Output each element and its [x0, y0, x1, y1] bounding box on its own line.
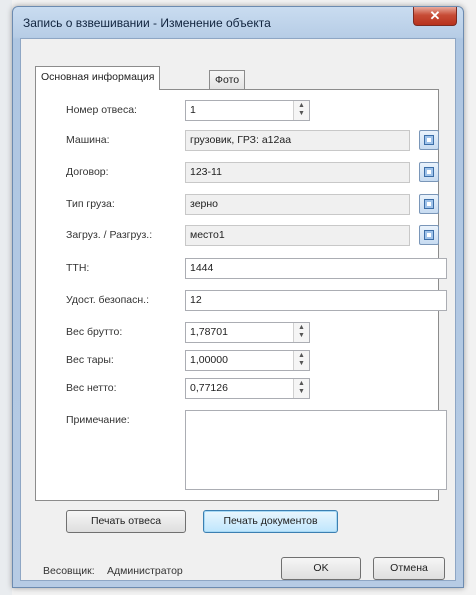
- tab-panel-main-info: Номер отвеса: 1 ▲ ▼ Машина: грузовик, ГР…: [35, 89, 447, 501]
- dialog-window: Запись о взвешивании - Изменение объекта…: [12, 6, 464, 588]
- security-id-label: Удост. безопасн.:: [66, 294, 149, 306]
- vehicle-field[interactable]: грузовик, ГРЗ: а12аа: [185, 130, 410, 151]
- tare-weight-label: Вес тары:: [66, 354, 114, 366]
- note-textarea[interactable]: [185, 410, 447, 490]
- spin-up-icon[interactable]: ▲: [297, 324, 306, 332]
- ok-button[interactable]: OK: [281, 557, 361, 580]
- contract-field[interactable]: 123-11: [185, 162, 410, 183]
- browse-icon-highlight: [427, 170, 431, 174]
- net-weight-label: Вес нетто:: [66, 382, 117, 394]
- print-weighing-button[interactable]: Печать отвеса: [66, 510, 186, 533]
- browse-icon-highlight: [427, 138, 431, 142]
- tab-main-info-label: Основная информация: [41, 71, 155, 83]
- spin-down-icon[interactable]: ▼: [297, 388, 306, 396]
- ttn-input[interactable]: 1444: [185, 258, 447, 279]
- gross-weight-spin[interactable]: ▲ ▼: [293, 323, 309, 342]
- note-label: Примечание:: [66, 414, 130, 426]
- net-weight-stepper[interactable]: 0,77126 ▲ ▼: [185, 378, 310, 399]
- spin-up-icon[interactable]: ▲: [297, 380, 306, 388]
- spin-up-icon[interactable]: ▲: [297, 352, 306, 360]
- vehicle-value: грузовик, ГРЗ: а12аа: [190, 134, 292, 146]
- contract-browse-button[interactable]: [419, 162, 439, 182]
- vehicle-label: Машина:: [66, 134, 110, 146]
- desktop-background: [0, 0, 12, 595]
- cargo-type-value: зерно: [190, 198, 219, 210]
- browse-icon-highlight: [427, 233, 431, 237]
- cargo-type-label: Тип груза:: [66, 198, 115, 210]
- weighing-no-stepper[interactable]: 1 ▲ ▼: [185, 100, 310, 121]
- cargo-type-field[interactable]: зерно: [185, 194, 410, 215]
- ttn-value: 1444: [190, 262, 214, 274]
- dialog-client-area: Основная информация Фото Номер отвеса: 1…: [20, 38, 456, 581]
- print-documents-button[interactable]: Печать документов: [203, 510, 338, 533]
- net-weight-spin[interactable]: ▲ ▼: [293, 379, 309, 398]
- net-weight-value: 0,77126: [190, 382, 228, 394]
- tab-main-info[interactable]: Основная информация: [35, 66, 161, 90]
- tare-weight-value: 1,00000: [190, 354, 228, 366]
- gross-weight-value: 1,78701: [190, 326, 228, 338]
- security-id-input[interactable]: 12: [185, 290, 447, 311]
- load-unload-browse-button[interactable]: [419, 225, 439, 245]
- weighing-no-spin[interactable]: ▲ ▼: [293, 101, 309, 120]
- close-button[interactable]: ✕: [413, 7, 457, 26]
- vehicle-browse-button[interactable]: [419, 130, 439, 150]
- ttn-label: ТТН:: [66, 262, 90, 274]
- security-id-value: 12: [190, 294, 202, 306]
- load-unload-field[interactable]: место1: [185, 225, 410, 246]
- tare-weight-stepper[interactable]: 1,00000 ▲ ▼: [185, 350, 310, 371]
- spin-up-icon[interactable]: ▲: [297, 102, 306, 110]
- spin-down-icon[interactable]: ▼: [297, 110, 306, 118]
- weighing-no-value: 1: [190, 104, 196, 116]
- weigher-label: Весовщик:: [43, 565, 95, 577]
- contract-label: Договор:: [66, 166, 109, 178]
- gross-weight-label: Вес брутто:: [66, 326, 123, 338]
- weigher-value: Администратор: [107, 565, 183, 577]
- tare-weight-spin[interactable]: ▲ ▼: [293, 351, 309, 370]
- cancel-button[interactable]: Отмена: [373, 557, 445, 580]
- load-unload-label: Загруз. / Разгруз.:: [66, 229, 153, 241]
- close-icon: ✕: [429, 8, 441, 23]
- title-bar[interactable]: Запись о взвешивании - Изменение объекта…: [13, 7, 463, 37]
- tab-photo[interactable]: Фото: [209, 70, 246, 89]
- load-unload-value: место1: [190, 229, 225, 241]
- spin-down-icon[interactable]: ▼: [297, 360, 306, 368]
- weighing-no-label: Номер отвеса:: [66, 104, 137, 116]
- window-title: Запись о взвешивании - Изменение объекта: [23, 16, 271, 30]
- spin-down-icon[interactable]: ▼: [297, 332, 306, 340]
- tab-photo-label: Фото: [215, 74, 240, 86]
- contract-value: 123-11: [190, 166, 222, 178]
- browse-icon-highlight: [427, 202, 431, 206]
- cargo-type-browse-button[interactable]: [419, 194, 439, 214]
- gross-weight-stepper[interactable]: 1,78701 ▲ ▼: [185, 322, 310, 343]
